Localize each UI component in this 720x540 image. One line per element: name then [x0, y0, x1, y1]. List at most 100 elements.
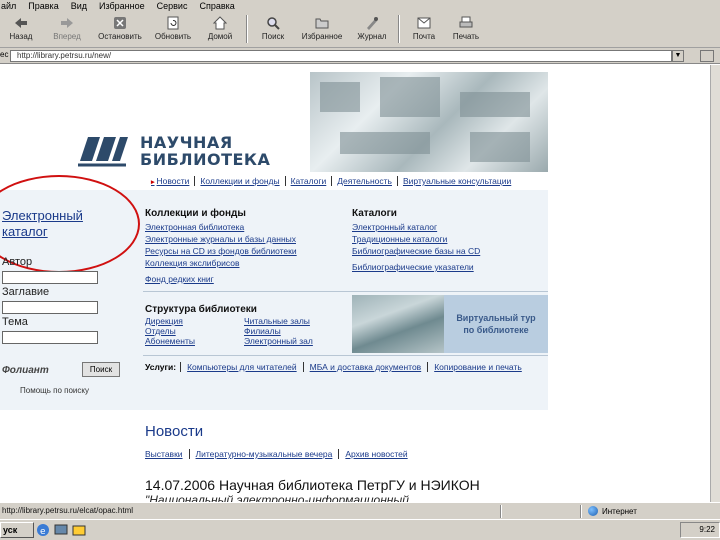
library-logo[interactable]: НАУЧНАЯ БИБЛИОТЕКА — [78, 133, 270, 169]
stop-button[interactable]: Остановить — [92, 12, 148, 46]
outlook-icon[interactable] — [72, 523, 86, 537]
menu-help[interactable]: Справка — [198, 0, 235, 12]
structure-link[interactable]: Филиалы — [244, 326, 281, 336]
system-clock: 9:22 — [680, 522, 720, 538]
news-headline[interactable]: 14.07.2006 Научная библиотека ПетрГУ и Н… — [145, 477, 480, 493]
catalogs-title: Каталоги — [352, 208, 397, 219]
collections-link[interactable]: Ресурсы на CD из фондов библиотеки — [145, 246, 297, 256]
stop-icon — [112, 15, 128, 31]
address-input[interactable]: http://library.petrsu.ru/new/ — [10, 50, 672, 62]
news-title: Новости — [145, 423, 204, 440]
history-icon — [364, 15, 380, 31]
globe-icon — [588, 506, 598, 516]
book-logo-icon — [78, 133, 130, 169]
author-input[interactable] — [2, 271, 98, 284]
favorites-folder-icon — [314, 15, 330, 31]
address-dropdown-icon[interactable]: ▼ — [672, 50, 684, 62]
status-separator — [500, 505, 502, 518]
mail-button[interactable]: Почта — [404, 12, 444, 46]
favorites-button[interactable]: Избранное — [294, 12, 350, 46]
author-label: Автор — [2, 256, 33, 268]
catalogs-link[interactable]: Библиографические указатели — [352, 262, 474, 272]
subject-label: Тема — [2, 316, 28, 328]
news-tab[interactable]: Выставки — [145, 449, 189, 459]
collections-link[interactable]: Электронная библиотека — [145, 222, 244, 232]
back-button[interactable]: Назад — [0, 12, 42, 46]
catalogs-link[interactable]: Традиционные каталоги — [352, 234, 447, 244]
catalogs-link[interactable]: Библиографические базы на CD — [352, 246, 480, 256]
catalog-search-button[interactable]: Поиск — [82, 362, 120, 377]
web-page: НАУЧНАЯ БИБЛИОТЕКА ▸ Новости Коллекции и … — [0, 65, 720, 502]
forward-button[interactable]: Вперед — [42, 12, 92, 46]
taskbar: уск e 9:22 — [0, 519, 720, 540]
quick-launch: e — [36, 523, 86, 537]
nav-virtual-consult[interactable]: Виртуальные консультации — [396, 176, 516, 186]
home-icon — [212, 15, 228, 31]
menu-favorites[interactable]: Избранное — [98, 0, 146, 12]
structure-link[interactable]: Отделы — [145, 326, 176, 336]
status-separator — [580, 505, 582, 518]
nav-news[interactable]: ▸ Новости — [145, 176, 194, 186]
vertical-scrollbar[interactable] — [710, 65, 720, 502]
refresh-button[interactable]: Обновить — [148, 12, 198, 46]
collections-title: Коллекции и фонды — [145, 208, 246, 219]
news-tab[interactable]: Архив новостей — [338, 449, 413, 459]
address-bar: ес http://library.petrsu.ru/new/ ▼ — [0, 48, 720, 64]
collections-link[interactable]: Электронные журналы и базы данных — [145, 234, 296, 244]
logo-line2: БИБЛИОТЕКА — [140, 150, 271, 169]
browser-window: айл Правка Вид Избранное Сервис Справка … — [0, 0, 720, 540]
refresh-icon — [165, 15, 181, 31]
logo-line1: НАУЧНАЯ — [140, 133, 233, 152]
toolbar: Назад Вперед Остановить Обновить Домой П… — [0, 12, 720, 48]
history-button[interactable]: Журнал — [350, 12, 394, 46]
collections-link[interactable]: Фонд редких книг — [145, 274, 214, 284]
menu-view[interactable]: Вид — [70, 0, 88, 12]
search-button[interactable]: Поиск — [252, 12, 294, 46]
menu-tools[interactable]: Сервис — [156, 0, 189, 12]
section-divider — [143, 291, 548, 292]
home-button[interactable]: Домой — [198, 12, 242, 46]
toolbar-separator — [398, 15, 400, 43]
start-button[interactable]: уск — [0, 522, 34, 538]
nav-collections[interactable]: Коллекции и фонды — [194, 176, 284, 186]
menu-bar: айл Правка Вид Избранное Сервис Справка — [0, 0, 720, 12]
structure-link[interactable]: Дирекция — [145, 316, 183, 326]
menu-edit[interactable]: Правка — [27, 0, 59, 12]
catalogs-link[interactable]: Электронный каталог — [352, 222, 437, 232]
top-navigation: ▸ Новости Коллекции и фонды Каталоги Деят… — [145, 176, 516, 186]
section-divider — [143, 355, 548, 356]
tour-line1: Виртуальный тур — [456, 313, 536, 323]
ie-icon[interactable]: e — [36, 523, 50, 537]
printer-icon — [458, 15, 474, 31]
go-button[interactable] — [700, 50, 714, 62]
service-link[interactable]: Компьютеры для читателей — [180, 362, 303, 372]
status-bar: http://library.petrsu.ru/elcat/opac.html… — [0, 502, 720, 519]
structure-link[interactable]: Абонементы — [145, 336, 195, 346]
virtual-tour-banner[interactable]: Виртуальный тур по библиотеке — [352, 295, 548, 353]
structure-link[interactable]: Электронный зал — [244, 336, 313, 346]
tour-line2: по библиотеке — [463, 325, 529, 335]
structure-title: Структура библиотеки — [145, 304, 257, 315]
title-label: Заглавие — [2, 286, 50, 298]
print-button[interactable]: Печать — [444, 12, 488, 46]
search-help-link[interactable]: Помощь по поиску — [20, 386, 89, 395]
desktop-icon[interactable] — [54, 523, 68, 537]
forward-arrow-icon — [59, 15, 75, 31]
service-link[interactable]: Копирование и печать — [427, 362, 528, 372]
menu-file[interactable]: айл — [0, 0, 17, 12]
services-label: Услуги: — [145, 362, 177, 372]
back-arrow-icon — [13, 15, 29, 31]
subject-input[interactable] — [2, 331, 98, 344]
news-tab[interactable]: Литературно-музыкальные вечера — [188, 449, 339, 459]
title-input[interactable] — [2, 301, 98, 314]
news-tabs: Выставки Литературно-музыкальные вечера … — [145, 449, 414, 459]
structure-link[interactable]: Читальные залы — [244, 316, 310, 326]
collections-link[interactable]: Коллекция экслибрисов — [145, 258, 239, 268]
toolbar-separator — [246, 15, 248, 43]
svg-text:e: e — [40, 527, 46, 537]
service-link[interactable]: МБА и доставка документов — [302, 362, 428, 372]
catalog-title-link[interactable]: Электронный каталог — [2, 208, 83, 240]
nav-catalogs[interactable]: Каталоги — [284, 176, 332, 186]
nav-activity[interactable]: Деятельность — [331, 176, 397, 186]
address-label: ес — [0, 50, 9, 59]
